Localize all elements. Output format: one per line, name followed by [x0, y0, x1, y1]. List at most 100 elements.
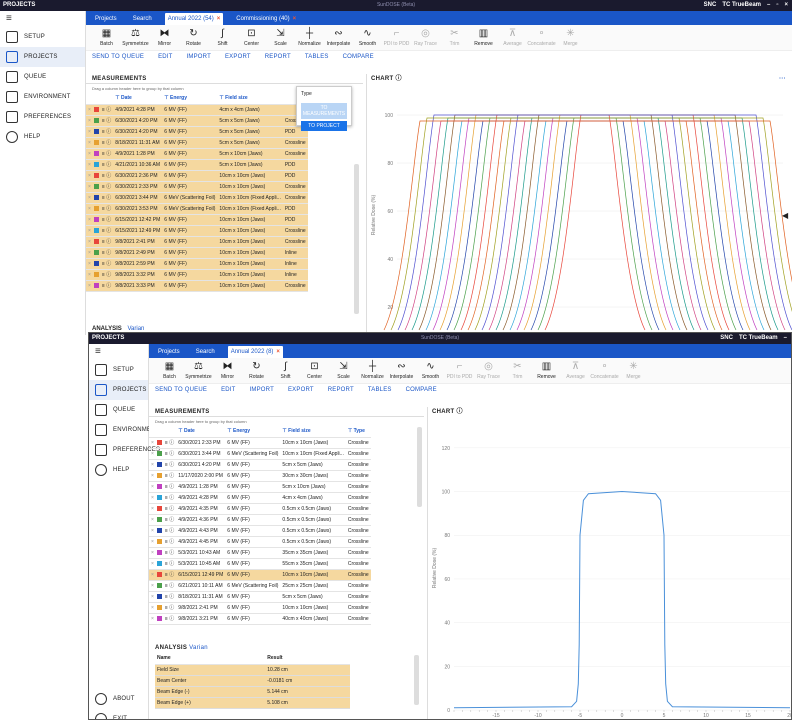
remove-icon[interactable]: ×: [88, 283, 91, 289]
column-header-date[interactable]: ⊤ Date: [176, 426, 226, 438]
tab-2[interactable]: Annual 2022 (8) ×: [227, 346, 283, 358]
remove-icon[interactable]: ×: [88, 184, 91, 190]
batch-button[interactable]: ▦ Batch: [155, 361, 184, 380]
menu-import[interactable]: IMPORT: [250, 387, 274, 393]
sidebar-item-preferences[interactable]: PREFERENCES: [0, 107, 85, 127]
minimize-icon[interactable]: –: [767, 0, 770, 11]
menu-compare[interactable]: COMPARE: [343, 54, 374, 60]
analysis-scrollbar[interactable]: [414, 655, 419, 705]
table-row[interactable]: × ≡ ⓘ 6/30/2021 4:20 PM 6 MV (FF) 5cm x 5cm …: [149, 459, 371, 471]
row-info-icon[interactable]: ≡ ⓘ: [165, 440, 174, 446]
sidebar-item-projects[interactable]: PROJECTS: [89, 380, 148, 400]
sidebar-item-queue[interactable]: QUEUE: [89, 400, 148, 420]
row-info-icon[interactable]: ≡ ⓘ: [165, 495, 174, 501]
tab-close-icon[interactable]: ×: [276, 349, 280, 355]
symmetrize-button[interactable]: ⚖ Symmetrize: [184, 361, 213, 380]
row-info-icon[interactable]: ≡ ⓘ: [165, 583, 174, 589]
table-row[interactable]: × ≡ ⓘ 9/8/2021 3:21 PM 6 MV (FF) 40cm x 40cm…: [149, 613, 371, 625]
row-info-icon[interactable]: ≡ ⓘ: [165, 539, 174, 545]
menu-send-to-queue[interactable]: SEND TO QUEUE: [155, 387, 207, 393]
interpolate-button[interactable]: ∾ Interpolate: [387, 361, 416, 380]
menu-tables[interactable]: TABLES: [305, 54, 329, 60]
sidebar-item-help[interactable]: HELP: [89, 460, 148, 480]
table-row[interactable]: × ≡ ⓘ 6/15/2021 12:49 PM 6 MV (FF) 10cm x 10…: [149, 569, 371, 581]
remove-icon[interactable]: ×: [151, 583, 154, 589]
menu-send-to-queue[interactable]: SEND TO QUEUE: [92, 54, 144, 60]
table-row[interactable]: × ≡ ⓘ 6/21/2021 10:11 AM 6 MeV (Scattering …: [149, 580, 371, 592]
column-header-energy[interactable]: ⊤ Energy: [162, 93, 218, 105]
maximize-icon[interactable]: ▫: [776, 0, 778, 11]
sidebar-item-setup[interactable]: SETUP: [0, 27, 85, 47]
tab-2[interactable]: Annual 2022 (54) ×: [164, 13, 224, 25]
rotate-button[interactable]: ↻ Rotate: [179, 28, 208, 47]
row-info-icon[interactable]: ≡ ⓘ: [102, 151, 111, 157]
tab-1[interactable]: Search: [130, 13, 155, 25]
table-row[interactable]: × ≡ ⓘ 6/30/2021 2:33 PM 6 MV (FF) 10cm x 10c…: [86, 181, 308, 193]
table-row[interactable]: × ≡ ⓘ 4/9/2021 4:45 PM 6 MV (FF) 0.5cm x 0.5…: [149, 536, 371, 548]
table-row[interactable]: × ≡ ⓘ 4/9/2021 4:43 PM 6 MV (FF) 0.5cm x 0.5…: [149, 525, 371, 537]
remove-icon[interactable]: ×: [88, 217, 91, 223]
remove-icon[interactable]: ×: [151, 561, 154, 567]
center-button[interactable]: ⊡ Center: [300, 361, 329, 380]
table-row[interactable]: × ≡ ⓘ 9/8/2021 3:32 PM 6 MV (FF) 10cm x 10cm…: [86, 269, 308, 281]
table-row[interactable]: × ≡ ⓘ 11/17/2020 2:00 PM 6 MV (FF) 30cm x 30…: [149, 470, 371, 482]
collapse-arrow-icon[interactable]: ◀: [782, 211, 792, 220]
column-header-type[interactable]: ⊤ Type: [345, 426, 371, 438]
smooth-button[interactable]: ∿ Smooth: [416, 361, 445, 380]
remove-icon[interactable]: ×: [88, 195, 91, 201]
batch-button[interactable]: ▦ Batch: [92, 28, 121, 47]
row-info-icon[interactable]: ≡ ⓘ: [102, 239, 111, 245]
tab-0[interactable]: Projects: [155, 346, 183, 358]
remove-icon[interactable]: ×: [151, 440, 154, 446]
mirror-button[interactable]: ⧓ Mirror: [213, 361, 242, 380]
shift-button[interactable]: ∫ Shift: [208, 28, 237, 47]
sidebar-item-environment[interactable]: ENVIRONMENT: [0, 87, 85, 107]
remove-icon[interactable]: ×: [151, 616, 154, 622]
table-row[interactable]: × ≡ ⓘ 4/9/2021 4:35 PM 6 MV (FF) 0.5cm x 0.5…: [149, 503, 371, 515]
row-info-icon[interactable]: ≡ ⓘ: [102, 107, 111, 113]
remove-button[interactable]: ▥ Remove: [532, 361, 561, 380]
menu-export[interactable]: EXPORT: [288, 387, 314, 393]
remove-icon[interactable]: ×: [151, 550, 154, 556]
remove-icon[interactable]: ×: [151, 517, 154, 523]
menu-export[interactable]: EXPORT: [225, 54, 251, 60]
row-info-icon[interactable]: ≡ ⓘ: [165, 484, 174, 490]
remove-icon[interactable]: ×: [151, 594, 154, 600]
sidebar-item-environment[interactable]: ENVIRONMENT: [89, 420, 159, 440]
menu-edit[interactable]: EDIT: [158, 54, 172, 60]
tab-close-icon[interactable]: ×: [217, 16, 221, 22]
row-info-icon[interactable]: ≡ ⓘ: [102, 261, 111, 267]
table-row[interactable]: × ≡ ⓘ 8/18/2021 11:31 AM 6 MV (FF) 5cm x 5cm…: [86, 137, 308, 149]
remove-icon[interactable]: ×: [88, 151, 91, 157]
remove-icon[interactable]: ×: [151, 473, 154, 479]
rotate-button[interactable]: ↻ Rotate: [242, 361, 271, 380]
table-row[interactable]: × ≡ ⓘ 6/30/2021 4:20 PM 6 MV (FF) 5cm x 5cm …: [86, 115, 308, 127]
row-info-icon[interactable]: ≡ ⓘ: [102, 272, 111, 278]
table-scrollbar[interactable]: [417, 427, 422, 507]
remove-icon[interactable]: ×: [151, 495, 154, 501]
table-row[interactable]: × ≡ ⓘ 8/18/2021 11:31 AM 6 MV (FF) 5cm x 5cm…: [149, 591, 371, 603]
remove-icon[interactable]: ×: [151, 528, 154, 534]
menu-edit[interactable]: EDIT: [221, 387, 235, 393]
menu-icon[interactable]: ≡: [0, 11, 85, 27]
table-row[interactable]: × ≡ ⓘ 6/15/2021 12:42 PM 6 MV (FF) 10cm x 10…: [86, 214, 308, 226]
shift-button[interactable]: ∫ Shift: [271, 361, 300, 380]
sidebar-item-about[interactable]: ABOUT: [89, 689, 148, 709]
minimize-icon[interactable]: –: [784, 333, 787, 344]
row-info-icon[interactable]: ≡ ⓘ: [165, 616, 174, 622]
remove-icon[interactable]: ×: [88, 118, 91, 124]
row-info-icon[interactable]: ≡ ⓘ: [102, 173, 111, 179]
scale-button[interactable]: ⇲ Scale: [266, 28, 295, 47]
table-row[interactable]: × ≡ ⓘ 5/3/2021 10:45 AM 6 MV (FF) 55cm x 35c…: [149, 558, 371, 570]
remove-icon[interactable]: ×: [88, 140, 91, 146]
row-info-icon[interactable]: ≡ ⓘ: [165, 550, 174, 556]
table-row[interactable]: × ≡ ⓘ 6/30/2021 4:20 PM 6 MV (FF) 5cm x 5cm …: [86, 126, 308, 138]
tab-0[interactable]: Projects: [92, 13, 120, 25]
row-info-icon[interactable]: ≡ ⓘ: [102, 184, 111, 190]
org-label[interactable]: SNC: [720, 333, 733, 344]
sidebar-item-queue[interactable]: QUEUE: [0, 67, 85, 87]
table-row[interactable]: × ≡ ⓘ 6/30/2021 2:33 PM 6 MV (FF) 10cm x 10c…: [149, 437, 371, 449]
machine-select[interactable]: TC TrueBeam: [722, 0, 761, 11]
analysis-tab-varian[interactable]: Varian: [189, 645, 208, 651]
table-row[interactable]: × ≡ ⓘ 4/9/2021 1:28 PM 6 MV (FF) 5cm x 10cm …: [86, 148, 308, 160]
